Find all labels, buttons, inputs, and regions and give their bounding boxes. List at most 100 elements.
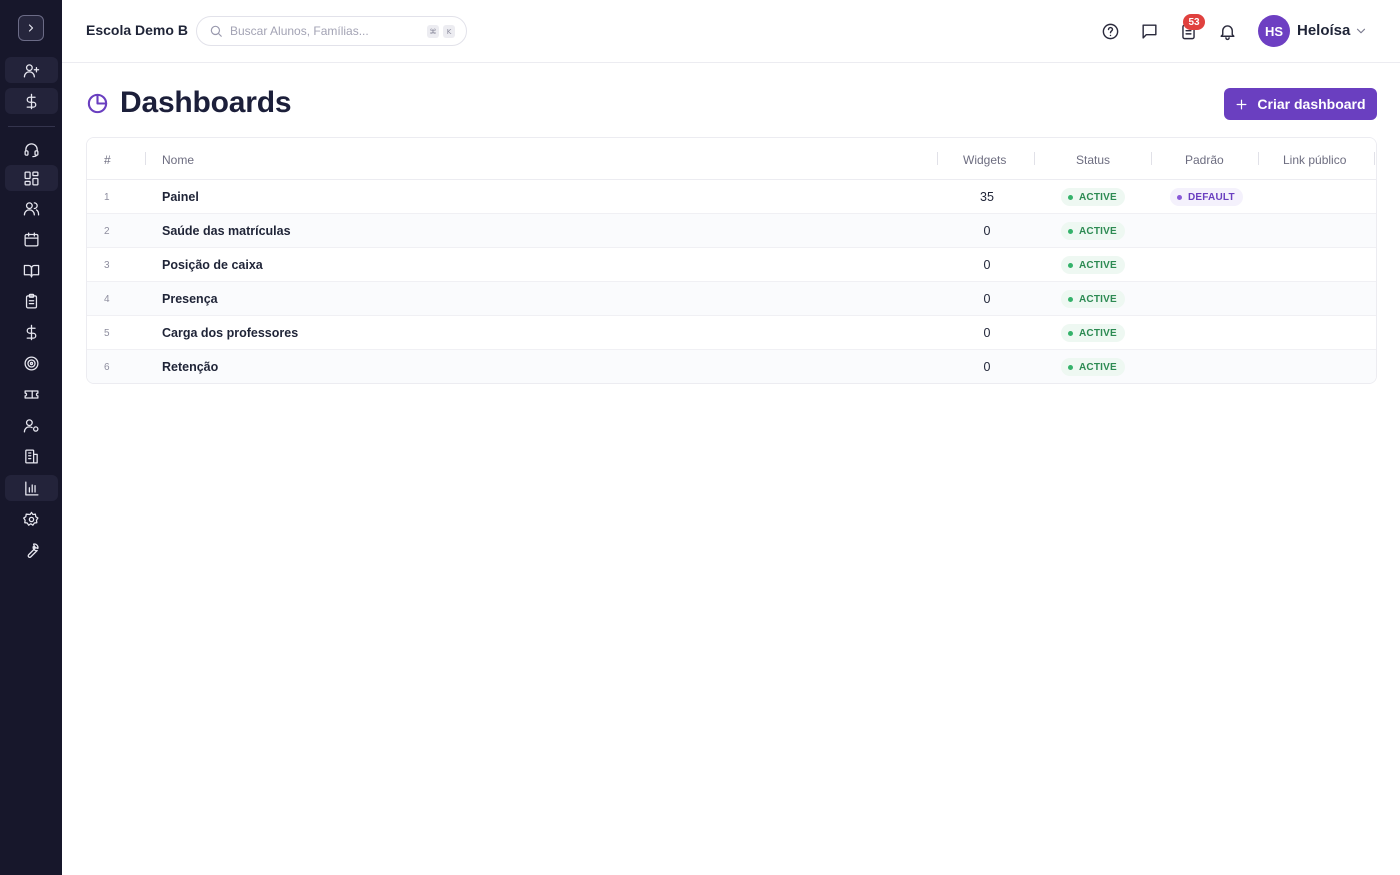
ticket-icon	[24, 389, 39, 399]
sidebar-item-settings[interactable]	[5, 506, 58, 532]
column-separator	[1258, 152, 1259, 165]
sidebar-divider	[8, 126, 55, 127]
default-label: DEFAULT	[1188, 191, 1235, 203]
column-header-widgets[interactable]: Widgets	[963, 153, 1006, 167]
status-label: ACTIVE	[1079, 191, 1117, 203]
widget-count: 0	[983, 360, 991, 374]
users-icon	[23, 201, 40, 216]
status-dot-icon	[1068, 262, 1073, 268]
sidebar-item-organization[interactable]	[5, 443, 58, 469]
user-settings-icon	[23, 418, 39, 433]
shortcut-key-k: K	[443, 25, 455, 38]
sidebar-item-tools[interactable]	[5, 537, 58, 563]
user-menu-toggle[interactable]	[1354, 24, 1368, 38]
dashboard-name[interactable]: Painel	[162, 190, 199, 204]
dashboard-name[interactable]: Presença	[162, 292, 218, 306]
widget-count: 0	[983, 258, 991, 272]
bar-chart-icon	[25, 480, 39, 496]
column-separator	[1374, 152, 1375, 165]
status-dot-icon	[1068, 194, 1073, 200]
sidebar-item-dashboard[interactable]	[5, 165, 58, 191]
status-dot-icon	[1068, 330, 1073, 336]
search-input[interactable]	[230, 24, 420, 38]
column-separator	[937, 152, 938, 165]
pie-chart-icon	[86, 92, 109, 115]
default-badge: DEFAULT	[1170, 188, 1243, 206]
chevron-down-icon	[1356, 28, 1366, 34]
table-row[interactable]: 5 Carga dos professores 0 ACTIVE	[87, 316, 1376, 350]
dashboard-name[interactable]: Retenção	[162, 360, 218, 374]
table-row[interactable]: 6 Retenção 0 ACTIVE	[87, 350, 1376, 383]
messages-button[interactable]	[1138, 20, 1160, 42]
sidebar-item-support[interactable]	[5, 136, 58, 162]
table-header: # Nome Widgets Status Padrão Link públic…	[87, 138, 1376, 180]
sidebar-item-courses[interactable]	[5, 257, 58, 283]
sidebar-item-user-settings[interactable]	[5, 412, 58, 438]
notifications-button[interactable]	[1216, 20, 1238, 42]
user-plus-icon	[23, 63, 40, 78]
sidebar-item-calendar[interactable]	[5, 226, 58, 252]
top-header: Escola Demo B ⌘ K 53 HS Heloísa	[62, 0, 1400, 63]
dashboard-name[interactable]: Saúde das matrículas	[162, 224, 291, 238]
shortcut-key-cmd: ⌘	[427, 25, 439, 38]
building-icon	[25, 448, 38, 464]
sidebar-item-goals[interactable]	[5, 350, 58, 376]
status-badge: ACTIVE	[1061, 188, 1125, 206]
sidebar-item-billing[interactable]	[5, 88, 58, 114]
table-row[interactable]: 3 Posição de caixa 0 ACTIVE	[87, 248, 1376, 282]
avatar[interactable]: HS	[1258, 15, 1290, 47]
sidebar-item-add-lead[interactable]	[5, 57, 58, 83]
dashboard-grid-icon	[24, 170, 39, 186]
table-row[interactable]: 2 Saúde das matrículas 0 ACTIVE	[87, 214, 1376, 248]
create-dashboard-button[interactable]: Criar dashboard	[1224, 88, 1377, 120]
column-header-default[interactable]: Padrão	[1185, 153, 1224, 167]
sidebar	[0, 0, 62, 875]
column-header-name[interactable]: Nome	[162, 153, 194, 167]
column-separator	[1151, 152, 1152, 165]
column-header-public-link[interactable]: Link público	[1283, 153, 1346, 167]
help-button[interactable]	[1099, 20, 1121, 42]
column-header-index[interactable]: #	[104, 153, 111, 167]
row-index: 3	[104, 260, 110, 271]
dashboard-name[interactable]: Carga dos professores	[162, 326, 298, 340]
status-label: ACTIVE	[1079, 327, 1117, 339]
status-label: ACTIVE	[1079, 361, 1117, 373]
row-index: 1	[104, 192, 110, 203]
sidebar-item-users[interactable]	[5, 195, 58, 221]
widget-count: 0	[983, 326, 991, 340]
school-name[interactable]: Escola Demo B	[86, 22, 188, 38]
clipboard-icon	[25, 293, 38, 309]
column-separator	[1034, 152, 1035, 165]
chevron-right-icon	[28, 24, 34, 32]
sidebar-item-tasks[interactable]	[5, 288, 58, 314]
widget-count: 35	[980, 190, 994, 204]
status-badge: ACTIVE	[1061, 358, 1125, 376]
column-separator	[145, 152, 146, 165]
sidebar-item-reports[interactable]	[5, 475, 58, 501]
headset-icon	[24, 142, 39, 157]
sidebar-item-finance[interactable]	[5, 319, 58, 345]
page-title: Dashboards	[120, 86, 292, 119]
status-label: ACTIVE	[1079, 259, 1117, 271]
sidebar-item-tickets[interactable]	[5, 381, 58, 407]
search-icon	[210, 25, 222, 37]
dollar-icon	[26, 324, 37, 340]
table-row[interactable]: 4 Presença 0 ACTIVE	[87, 282, 1376, 316]
dashboards-table: # Nome Widgets Status Padrão Link públic…	[86, 137, 1377, 384]
status-badge: ACTIVE	[1061, 290, 1125, 308]
search-box[interactable]: ⌘ K	[196, 16, 467, 46]
chat-icon	[1141, 23, 1157, 39]
status-badge: ACTIVE	[1061, 324, 1125, 342]
status-label: ACTIVE	[1079, 293, 1117, 305]
table-row[interactable]: 1 Painel 35 ACTIVE DEFAULT	[87, 180, 1376, 214]
sidebar-expand-button[interactable]	[18, 15, 44, 41]
status-badge: ACTIVE	[1061, 222, 1125, 240]
user-name[interactable]: Heloísa	[1297, 22, 1350, 39]
dollar-icon	[26, 93, 37, 109]
default-dot-icon	[1177, 194, 1182, 200]
wrench-icon	[27, 542, 39, 558]
dashboard-name[interactable]: Posição de caixa	[162, 258, 263, 272]
status-dot-icon	[1068, 296, 1073, 302]
status-dot-icon	[1068, 364, 1073, 370]
column-header-status[interactable]: Status	[1076, 153, 1110, 167]
